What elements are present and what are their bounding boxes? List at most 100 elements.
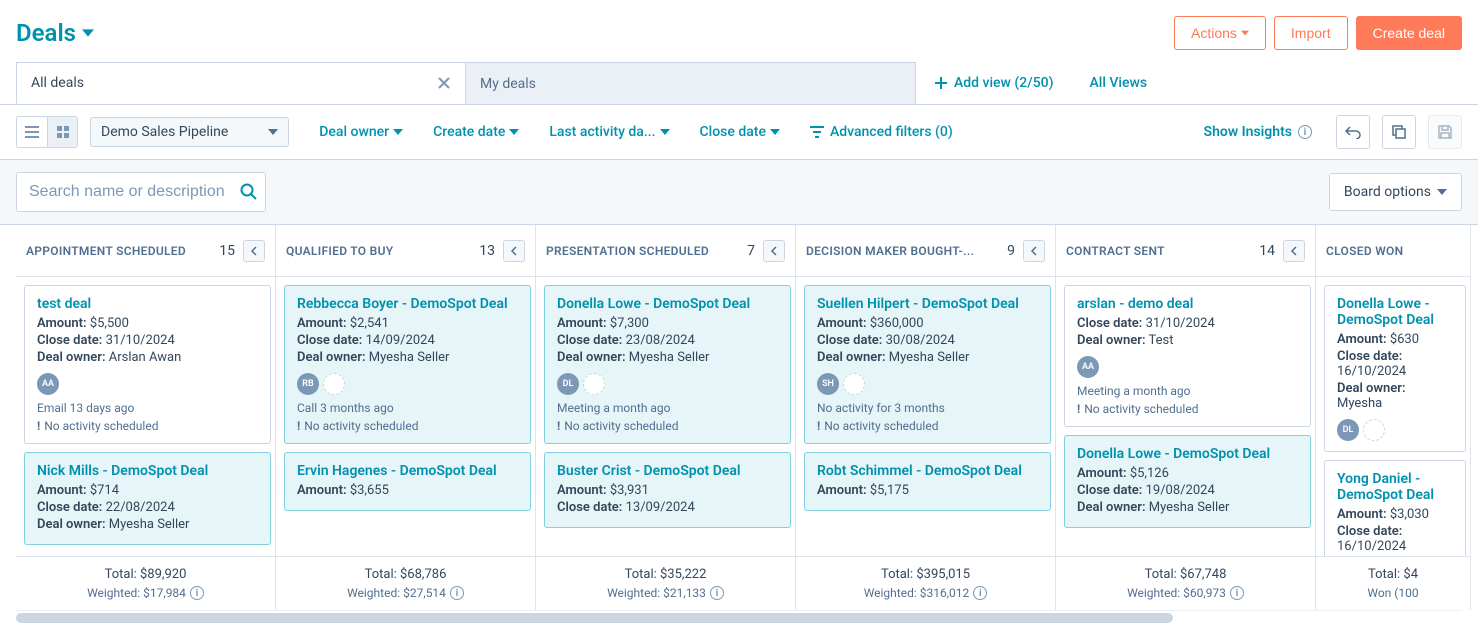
column-footer: Total: $89,920 Weighted: $17,984 i (16, 556, 275, 610)
column-header: CLOSED WON (1316, 225, 1470, 277)
kanban-board[interactable]: APPOINTMENT SCHEDULED 15 test dealAmount… (0, 225, 1478, 610)
column-body[interactable]: Suellen Hilpert - DemoSpot DealAmount: $… (796, 277, 1055, 556)
caret-down-icon (660, 127, 670, 137)
page-title-dropdown[interactable]: Deals (16, 19, 94, 47)
column-collapse-button[interactable] (1283, 240, 1305, 262)
copy-button[interactable] (1382, 115, 1416, 149)
column-body[interactable]: Rebbecca Boyer - DemoSpot DealAmount: $2… (276, 277, 535, 556)
column-title: PRESENTATION SCHEDULED (546, 244, 739, 258)
deal-card[interactable]: Suellen Hilpert - DemoSpot DealAmount: $… (804, 285, 1051, 444)
company-icon (323, 373, 345, 395)
deal-card[interactable]: arslan - demo dealClose date: 31/10/2024… (1064, 285, 1311, 427)
last-activity-filter[interactable]: Last activity da... (549, 124, 669, 140)
column-footer: Total: $68,786 Weighted: $27,514 i (276, 556, 535, 610)
deal-amount: Amount: $7,300 (557, 316, 778, 331)
deal-close-date: Close date: 30/08/2024 (817, 333, 1038, 348)
deal-close-date: Close date: 23/08/2024 (557, 333, 778, 348)
deal-owner-filter[interactable]: Deal owner (319, 124, 403, 140)
deal-card[interactable]: Donella Lowe - DemoSpot DealAmount: $7,3… (544, 285, 791, 444)
create-date-filter[interactable]: Create date (433, 124, 519, 140)
copy-icon (1392, 125, 1406, 139)
column-body[interactable]: arslan - demo dealClose date: 31/10/2024… (1056, 277, 1315, 556)
deal-close-date: Close date: 19/08/2024 (1077, 483, 1298, 498)
column-count: 7 (747, 243, 755, 259)
horizontal-scrollbar[interactable] (16, 610, 1462, 624)
deal-card[interactable]: Ervin Hagenes - DemoSpot DealAmount: $3,… (284, 452, 531, 511)
column-collapse-button[interactable] (243, 240, 265, 262)
show-insights-button[interactable]: Show Insights i (1204, 124, 1312, 140)
column-total: Total: $395,015 (806, 567, 1045, 582)
create-deal-button[interactable]: Create deal (1356, 16, 1462, 50)
deal-owner: Deal owner: Myesha Seller (1077, 500, 1298, 515)
chevron-left-icon (510, 246, 518, 256)
all-views-link[interactable]: All Views (1072, 62, 1166, 104)
deal-activity: Call 3 months ago (297, 401, 518, 415)
advanced-filters-button[interactable]: Advanced filters (0) (810, 124, 953, 140)
chevron-left-icon (770, 246, 778, 256)
board-view-button[interactable] (47, 117, 77, 147)
avatar: DL (1337, 419, 1359, 441)
deal-card[interactable]: Robt Schimmel - DemoSpot DealAmount: $5,… (804, 452, 1051, 511)
tab-all-deals[interactable]: All deals (16, 62, 466, 104)
import-button[interactable]: Import (1274, 16, 1348, 50)
add-view-button[interactable]: Add view (2/50) (916, 62, 1072, 104)
deal-title: Buster Crist - DemoSpot Deal (557, 463, 778, 479)
actions-button[interactable]: Actions (1174, 16, 1266, 50)
save-button (1428, 115, 1462, 149)
deal-title: Yong Daniel - DemoSpot Deal (1337, 471, 1453, 503)
column-body[interactable]: Donella Lowe - DemoSpot DealAmount: $7,3… (536, 277, 795, 556)
filter-icon (810, 126, 824, 138)
column-collapse-button[interactable] (1023, 240, 1045, 262)
deal-close-date: Close date: 22/08/2024 (37, 500, 258, 515)
deal-card[interactable]: Buster Crist - DemoSpot Deal Amount: $3,9… (544, 452, 791, 528)
deal-card[interactable]: Donella Lowe - DemoSpot DealAmount: $630… (1324, 285, 1466, 452)
board-options-button[interactable]: Board options (1329, 173, 1462, 211)
column-title: APPOINTMENT SCHEDULED (26, 244, 211, 258)
column-title: DECISION MAKER BOUGHT-... (806, 244, 999, 258)
column-collapse-button[interactable] (503, 240, 525, 262)
pipeline-select[interactable]: Demo Sales Pipeline (90, 117, 289, 147)
deal-amount: Amount: $5,126 (1077, 466, 1298, 481)
info-icon: i (450, 586, 464, 600)
deal-card[interactable]: Nick Mills - DemoSpot DealAmount: $714Cl… (24, 452, 271, 545)
deal-card[interactable]: Donella Lowe - DemoSpot DealAmount: $5,1… (1064, 435, 1311, 528)
deal-amount: Amount: $3,931 (557, 483, 778, 498)
avatar: RB (297, 373, 319, 395)
column-header: DECISION MAKER BOUGHT-... 9 (796, 225, 1055, 277)
plus-icon (934, 76, 948, 90)
caret-down-icon (268, 129, 278, 135)
column-body[interactable]: test dealAmount: $5,500Close date: 31/10… (16, 277, 275, 556)
close-icon[interactable] (437, 76, 451, 90)
undo-button[interactable] (1336, 115, 1370, 149)
caret-down-icon (1437, 189, 1447, 195)
column-body[interactable]: Donella Lowe - DemoSpot DealAmount: $630… (1316, 277, 1470, 556)
deal-close-date: Close date: 31/10/2024 (37, 333, 258, 348)
column-total: Total: $4 (1326, 567, 1460, 582)
deal-card[interactable]: test dealAmount: $5,500Close date: 31/10… (24, 285, 271, 444)
deal-card[interactable]: Yong Daniel - DemoSpot DealAmount: $3,03… (1324, 460, 1466, 556)
search-icon[interactable] (240, 183, 258, 201)
deal-close-date: Close date: 31/10/2024 (1077, 316, 1298, 331)
deal-owner: Deal owner: Myesha Seller (37, 517, 258, 532)
deal-title: test deal (37, 296, 258, 312)
avatar: DL (557, 373, 579, 395)
grid-icon (57, 126, 69, 138)
list-icon (25, 126, 39, 138)
no-activity-label: No activity scheduled (297, 419, 518, 433)
kanban-column: CLOSED WON Donella Lowe - DemoSpot DealA… (1316, 225, 1471, 610)
column-collapse-button[interactable] (763, 240, 785, 262)
deal-close-date: Close date: 13/09/2024 (557, 500, 778, 515)
column-count: 9 (1007, 243, 1015, 259)
list-view-button[interactable] (17, 117, 47, 147)
search-input[interactable] (16, 172, 266, 212)
column-total: Total: $67,748 (1066, 567, 1305, 582)
column-title: CLOSED WON (1326, 244, 1460, 258)
tab-my-deals[interactable]: My deals (466, 62, 916, 104)
column-footer: Total: $35,222 Weighted: $21,133 i (536, 556, 795, 610)
no-activity-label: No activity scheduled (1077, 402, 1298, 416)
deal-card[interactable]: Rebbecca Boyer - DemoSpot DealAmount: $2… (284, 285, 531, 444)
column-header: APPOINTMENT SCHEDULED 15 (16, 225, 275, 277)
close-date-filter[interactable]: Close date (700, 124, 780, 140)
column-header: CONTRACT SENT 14 (1056, 225, 1315, 277)
scrollbar-thumb[interactable] (16, 613, 1173, 623)
